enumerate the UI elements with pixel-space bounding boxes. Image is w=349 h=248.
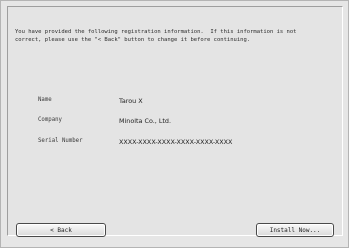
name-value: Tarou X: [119, 97, 143, 105]
serial-number-label: Serial Number: [38, 138, 83, 144]
back-button[interactable]: < Back: [16, 223, 106, 237]
serial-number-value: XXXX-XXXX-XXXX-XXXX-XXXX-XXXX: [119, 138, 233, 146]
name-label: Name: [38, 97, 52, 103]
intro-text: You have provided the following registra…: [15, 29, 297, 43]
company-value: Minolta Co., Ltd.: [119, 117, 171, 125]
install-now-button[interactable]: Install Now...: [256, 223, 334, 237]
installer-window: You have provided the following registra…: [0, 0, 349, 248]
company-label: Company: [38, 117, 62, 123]
